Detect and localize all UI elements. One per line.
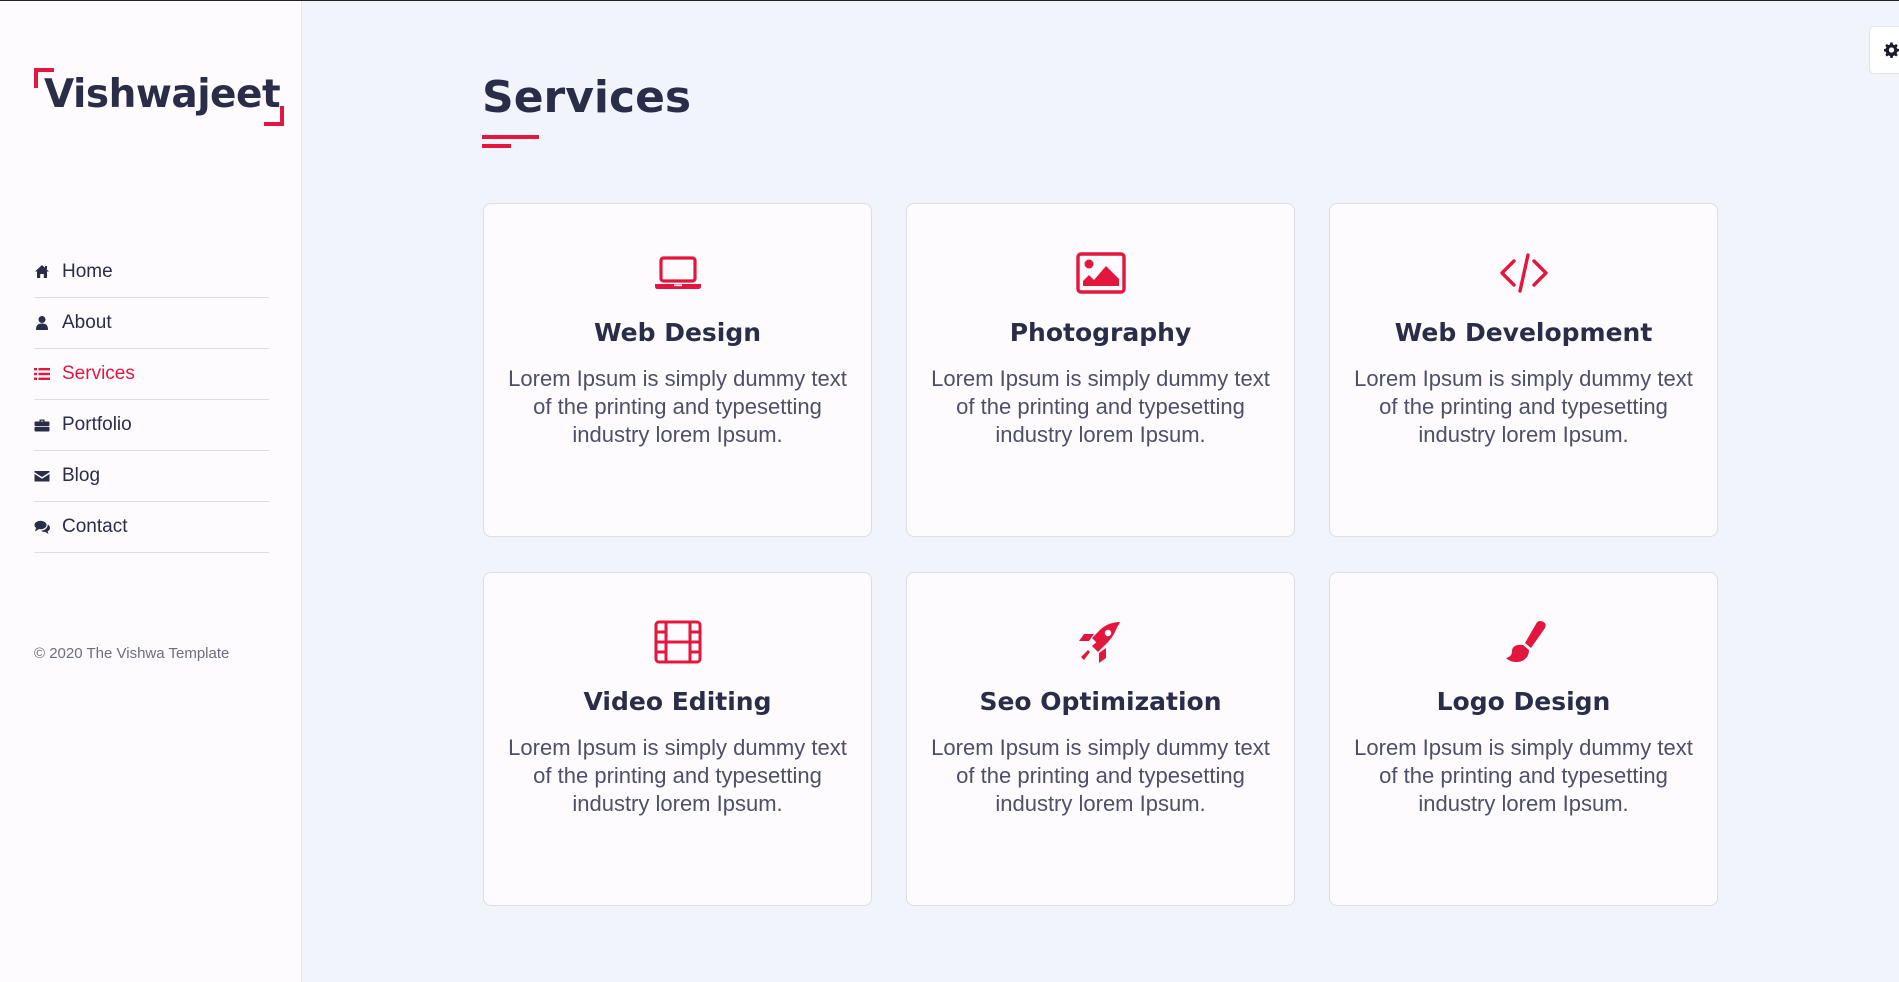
user-icon [34,315,62,331]
site-logo[interactable]: Vishwajeet [34,68,284,126]
envelope-icon [34,468,62,484]
sidebar-item-services[interactable]: Services [34,349,269,400]
service-description: Lorem Ipsum is simply dummy text of the … [1354,735,1693,816]
service-title: Web Design [593,318,762,347]
title-underline [482,135,539,148]
service-card-logo-design[interactable]: Logo Design Lorem Ipsum is simply dummy … [1329,572,1718,906]
sidebar-item-label: Home [62,261,113,282]
page-title: Services [482,72,692,123]
service-description: Lorem Ipsum is simply dummy text of the … [931,366,1270,447]
sidebar-item-label: Blog [62,465,101,486]
service-card-web-development[interactable]: Web Development Lorem Ipsum is simply du… [1329,203,1718,537]
service-title: Seo Optimization [979,687,1222,716]
service-description: Lorem Ipsum is simply dummy text of the … [508,735,847,816]
service-description: Lorem Ipsum is simply dummy text of the … [1354,366,1693,447]
list-icon [34,366,62,382]
code-icon [1498,250,1550,296]
services-grid: Web Design Lorem Ipsum is simply dummy t… [483,203,1718,906]
sidebar-item-home[interactable]: Home [34,247,269,298]
service-card-web-design[interactable]: Web Design Lorem Ipsum is simply dummy t… [483,203,872,537]
sidebar-item-blog[interactable]: Blog [34,451,269,502]
service-description: Lorem Ipsum is simply dummy text of the … [508,366,847,447]
top-border [0,0,1899,1]
logo-corner-bottom-right [264,106,284,126]
service-card-seo-optimization[interactable]: Seo Optimization Lorem Ipsum is simply d… [906,572,1295,906]
film-icon [652,619,704,665]
sidebar-item-label: About [62,312,112,333]
service-description: Lorem Ipsum is simply dummy text of the … [931,735,1270,816]
service-title: Video Editing [583,687,772,716]
sidebar-nav: Home About Services Portfolio Blog Conta… [34,247,269,553]
sidebar-item-label: Portfolio [62,414,132,435]
sidebar-item-label: Services [62,363,135,384]
service-card-video-editing[interactable]: Video Editing Lorem Ipsum is simply dumm… [483,572,872,906]
copyright-text: © 2020 The Vishwa Template [34,645,230,662]
rocket-icon [1075,619,1127,665]
service-title: Logo Design [1436,687,1611,716]
laptop-icon [652,250,704,296]
service-title: Photography [1009,318,1192,347]
home-icon [34,264,62,280]
briefcase-icon [34,417,62,433]
gear-icon [1884,42,1899,58]
settings-toggle-button[interactable] [1869,26,1899,74]
service-title: Web Development [1394,318,1653,347]
sidebar-item-label: Contact [62,516,128,537]
service-card-photography[interactable]: Photography Lorem Ipsum is simply dummy … [906,203,1295,537]
sidebar-item-portfolio[interactable]: Portfolio [34,400,269,451]
sidebar-item-about[interactable]: About [34,298,269,349]
sidebar-item-contact[interactable]: Contact [34,502,269,553]
sidebar: Vishwajeet Home About Services Portfolio… [0,0,302,982]
comments-icon [34,519,62,535]
logo-text: Vishwajeet [44,72,281,117]
paint-brush-icon [1498,619,1550,665]
image-icon [1075,250,1127,296]
